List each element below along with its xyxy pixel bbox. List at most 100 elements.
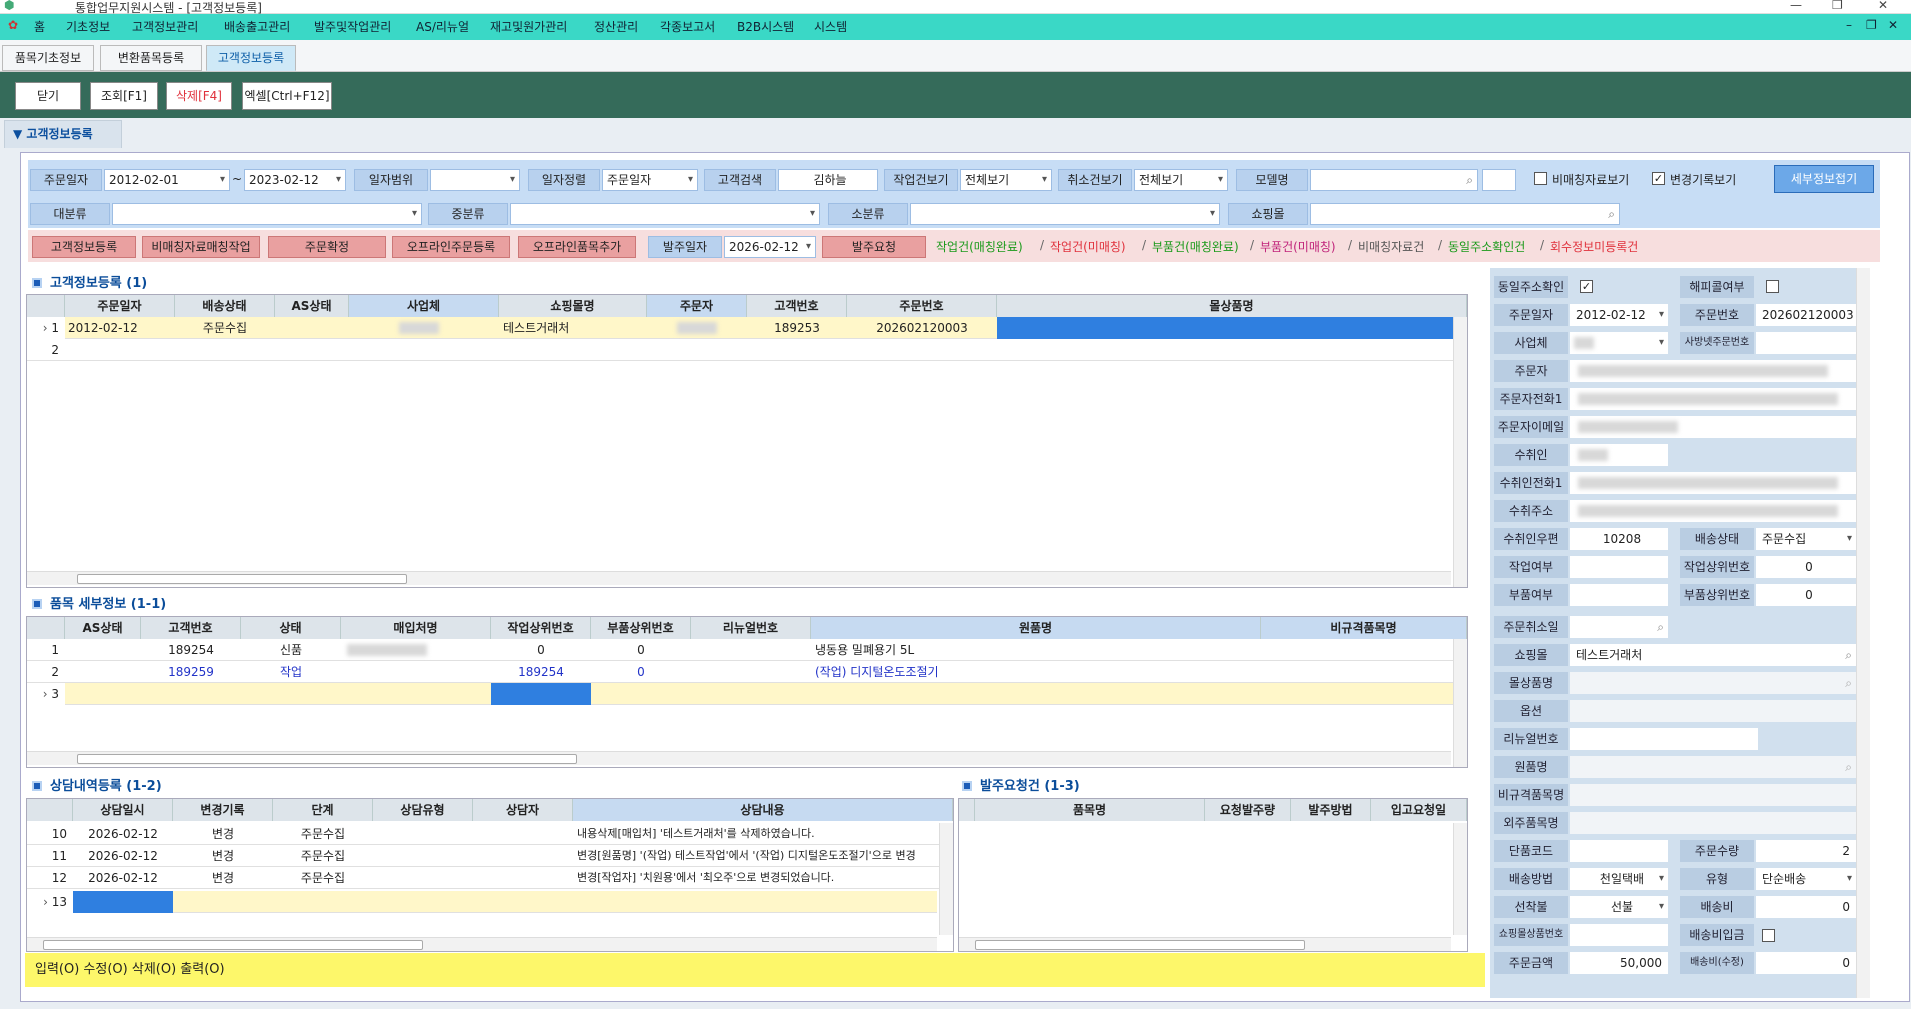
mall-item-search-icon[interactable]: ⌕: [1845, 672, 1852, 694]
col-stage[interactable]: 단계: [273, 799, 373, 821]
cell[interactable]: 주문수집: [273, 845, 373, 867]
cell[interactable]: 변경[작업자] '치원용'에서 '최오주'으로 변경되었습니다.: [573, 867, 935, 889]
cell[interactable]: 2026-02-12: [73, 867, 173, 889]
cell[interactable]: 189253: [747, 317, 847, 339]
renewal-no-field[interactable]: [1570, 728, 1758, 750]
menu-system[interactable]: 시스템: [814, 18, 847, 35]
col-mall-product[interactable]: 몰상품명: [997, 295, 1467, 317]
cell[interactable]: 2012-02-12: [65, 317, 175, 339]
table-row[interactable]: 11 2026-02-12 변경 주문수집 변경[원품명] '(작업) 테스트작…: [27, 845, 953, 867]
customer-register-button[interactable]: 고객정보등록: [32, 236, 136, 258]
cell[interactable]: 변경: [173, 845, 273, 867]
cell[interactable]: 변경: [173, 823, 273, 845]
item-code-field[interactable]: [1570, 840, 1668, 862]
orig-name-field[interactable]: ⌕: [1570, 756, 1856, 778]
part-upper-field[interactable]: 0: [1756, 584, 1856, 606]
receiver-tel-field[interactable]: [1570, 472, 1856, 494]
page-tab-title[interactable]: ▼ 고객정보등록: [4, 120, 122, 148]
cell[interactable]: 189254: [141, 639, 241, 661]
cell[interactable]: 작업: [241, 661, 341, 683]
link-part-matched[interactable]: 부품건(매칭완료): [1152, 238, 1239, 255]
order-amount-field[interactable]: 50,000: [1570, 952, 1668, 974]
cancel-date-field[interactable]: ⌕: [1570, 616, 1668, 638]
cell[interactable]: [275, 317, 349, 339]
vertical-scrollbar[interactable]: [1453, 823, 1467, 935]
cell[interactable]: 변경: [173, 867, 273, 889]
mall-prod-no-field[interactable]: [1570, 924, 1668, 946]
calendar-search-icon[interactable]: ⌕: [1657, 616, 1664, 638]
cell[interactable]: 2026-02-12: [73, 823, 173, 845]
col-order-date[interactable]: 주문일자: [65, 295, 175, 317]
search-button[interactable]: 조회[F1]: [90, 82, 158, 110]
col-work-upper[interactable]: 작업상위번호: [491, 617, 591, 639]
col-po-method[interactable]: 발주방법: [1291, 799, 1371, 821]
cell[interactable]: 202602120003: [847, 317, 997, 339]
table-row[interactable]: › 1 2012-02-12 주문수집 테스트거래처 189253 202602…: [27, 317, 1467, 339]
model-search-icon[interactable]: ⌕: [1466, 170, 1473, 190]
date-to-input[interactable]: 2023-02-12: [244, 169, 346, 191]
menu-basic-info[interactable]: 기초정보: [66, 18, 110, 35]
col-renewal-no[interactable]: 리뉴얼번호: [691, 617, 811, 639]
col-order-no[interactable]: 주문번호: [847, 295, 997, 317]
vertical-scrollbar[interactable]: [939, 823, 953, 935]
nonmatch-match-button[interactable]: 비매칭자료매칭작업: [142, 236, 260, 258]
cell-redacted[interactable]: [341, 639, 491, 661]
link-work-unmatched[interactable]: 작업건(미매칭): [1050, 238, 1126, 255]
col-customer-no[interactable]: 고객번호: [141, 617, 241, 639]
table-row[interactable]: 2: [27, 339, 1467, 361]
happycall-checkbox[interactable]: [1766, 280, 1779, 293]
col-orig-name[interactable]: 원품명: [811, 617, 1261, 639]
col-as-state[interactable]: AS상태: [275, 295, 349, 317]
work-upper-field[interactable]: 0: [1756, 556, 1856, 578]
nonmatch-checkbox[interactable]: [1534, 172, 1547, 185]
horizontal-scrollbar[interactable]: [27, 751, 1451, 765]
cell-selected[interactable]: [73, 891, 173, 913]
cell[interactable]: 0: [591, 639, 691, 661]
link-nonmatch[interactable]: 비매칭자료건: [1358, 238, 1424, 255]
close-icon[interactable]: ✕: [1878, 0, 1888, 12]
col-consult-content[interactable]: 상담내용: [573, 799, 953, 821]
maximize-icon[interactable]: ❐: [1832, 0, 1843, 12]
type-select[interactable]: 단순배송: [1756, 868, 1856, 890]
orig-search-icon[interactable]: ⌕: [1845, 756, 1852, 778]
minimize-icon[interactable]: —: [1790, 0, 1802, 12]
mall-search-icon[interactable]: ⌕: [1845, 644, 1852, 666]
major-category-select[interactable]: [112, 203, 422, 225]
order-date-field[interactable]: 2012-02-12: [1570, 304, 1668, 326]
offline-item-add-button[interactable]: 오프라인품목추가: [518, 236, 636, 258]
outer-name-field[interactable]: [1570, 812, 1856, 834]
panel-vertical-scrollbar[interactable]: [1856, 268, 1870, 998]
table-row[interactable]: 2 189259 작업 189254 0 (작업) 디지털온도조절기: [27, 661, 1467, 683]
vertical-scrollbar[interactable]: [1453, 317, 1467, 587]
mall-search-icon[interactable]: ⌕: [1608, 204, 1615, 224]
orderer-tel-field[interactable]: [1570, 388, 1856, 410]
cell[interactable]: 냉동용 밀폐용기 5L: [811, 639, 1261, 661]
col-change-log[interactable]: 변경기록: [173, 799, 273, 821]
cell[interactable]: (작업) 디지털온도조절기: [811, 661, 1261, 683]
col-item-name[interactable]: 품목명: [975, 799, 1205, 821]
scroll-thumb[interactable]: [77, 574, 407, 584]
cell-redacted[interactable]: [349, 317, 499, 339]
orderer-field[interactable]: [1570, 360, 1856, 382]
menu-settlement[interactable]: 정산관리: [594, 18, 638, 35]
cell[interactable]: 189254: [491, 661, 591, 683]
col-nonstd-name[interactable]: 비규격품목명: [1261, 617, 1467, 639]
col-ship-state[interactable]: 배송상태: [175, 295, 275, 317]
delete-button[interactable]: 삭제[F4]: [166, 82, 232, 110]
link-return-unregistered[interactable]: 회수정보미등록건: [1550, 238, 1638, 255]
cell-selected[interactable]: [491, 683, 591, 705]
link-work-matched[interactable]: 작업건(매칭완료): [936, 238, 1023, 255]
col-as-state[interactable]: AS상태: [65, 617, 141, 639]
ship-state-field[interactable]: 주문수집: [1756, 528, 1856, 550]
home-icon[interactable]: ✿: [8, 18, 18, 32]
mdi-minimize-icon[interactable]: –: [1846, 18, 1852, 32]
orderer-email-field[interactable]: [1570, 416, 1856, 438]
cell[interactable]: 0: [491, 639, 591, 661]
part-yn-field[interactable]: [1570, 584, 1668, 606]
scroll-thumb[interactable]: [43, 940, 423, 950]
po-request-button[interactable]: 발주요청: [822, 236, 926, 258]
menu-inventory[interactable]: 재고및원가관리: [490, 18, 567, 35]
offline-order-button[interactable]: 오프라인주문등록: [392, 236, 510, 258]
menu-customer[interactable]: 고객정보관리: [132, 18, 198, 35]
col-biz[interactable]: 사업체: [349, 295, 499, 317]
